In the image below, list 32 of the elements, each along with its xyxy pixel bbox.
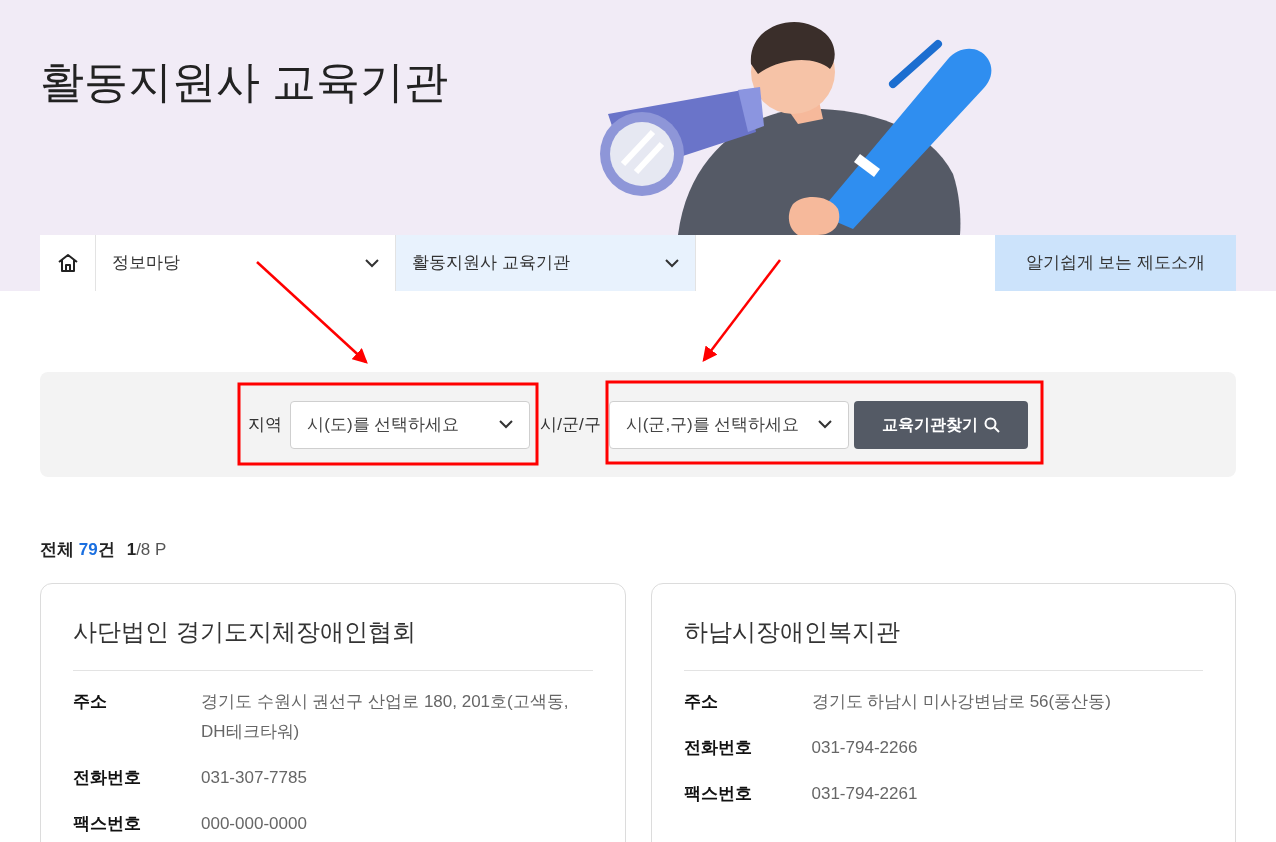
field-label: 주소 <box>683 690 719 713</box>
page-title: 활동지원사 교육기관 <box>40 56 449 108</box>
filter-label: 시/군/구 <box>540 413 601 436</box>
nav-dropdown[interactable]: 정보마당 <box>96 235 396 291</box>
home-button[interactable] <box>40 235 96 291</box>
total-count: 전체 79건 <box>40 539 115 561</box>
chevron-down-icon <box>817 420 832 429</box>
home-icon <box>56 253 79 273</box>
institution-name: 하남시장애인복지관 <box>683 613 1203 671</box>
chevron-down-icon <box>365 258 379 268</box>
field-value: 031-794-2266 <box>811 736 919 759</box>
institution-name: 사단법인 경기도지체장애인협회 <box>73 613 593 671</box>
field-value: 031-794-2261 <box>811 782 919 805</box>
filter-label: 지역 <box>248 413 283 436</box>
select-field[interactable]: 시(도)를 선택하세요 <box>290 400 531 449</box>
chevron-down-icon <box>499 420 514 429</box>
field-value: 경기도 하남시 미사강변남로 56(풍산동) <box>811 690 1112 713</box>
field-label: 팩스번호 <box>73 812 142 835</box>
nav-dropdown[interactable]: 활동지원사 교육기관 <box>396 235 696 291</box>
field-value: 경기도 수원시 권선구 산업로 180, 201호(고색동, DH테크타워) <box>201 690 570 743</box>
guide-button[interactable]: 알기쉽게 보는 제도소개 <box>995 235 1236 291</box>
select-field[interactable]: 시(군,구)를 선택하세요 <box>608 400 849 449</box>
field-value: 031-307-7785 <box>201 766 308 789</box>
field-label: 전화번호 <box>73 766 142 789</box>
field-label: 팩스번호 <box>683 782 753 805</box>
page-indicator: 1/8 P <box>126 539 167 561</box>
search-button[interactable]: 교육기관찾기 <box>853 400 1028 449</box>
search-icon <box>983 416 1000 433</box>
chevron-down-icon <box>665 258 679 268</box>
field-value: 000-000-0000 <box>201 812 308 835</box>
field-label: 전화번호 <box>683 736 753 759</box>
field-label: 주소 <box>73 690 108 713</box>
